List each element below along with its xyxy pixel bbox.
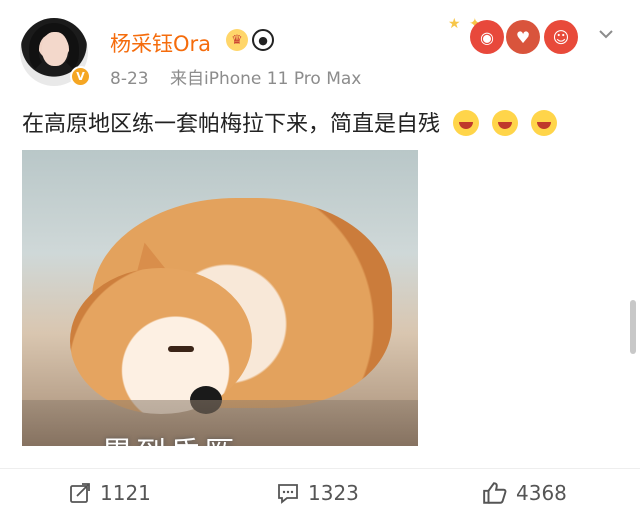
dog-head <box>70 268 252 414</box>
scrollbar[interactable] <box>630 300 636 354</box>
reindeer-icon: ♥ <box>506 20 540 54</box>
weibo-eye-icon: ◉ <box>470 20 504 54</box>
post-header: V 杨采钰Ora ♛ ● 8-23 来自iPhone 11 Pro Max ★ … <box>0 0 640 100</box>
like-button[interactable]: 4368 <box>482 478 567 508</box>
divider <box>0 468 640 469</box>
post-source: 来自iPhone 11 Pro Max <box>170 69 362 89</box>
festive-decoration: ★ ✦ ◉ ♥ ☺ <box>448 10 588 58</box>
laughing-crying-emoji-icon <box>492 110 519 136</box>
image-caption: 累到昏厥 <box>102 428 238 446</box>
repost-icon <box>70 483 90 503</box>
repost-button[interactable]: 1121 <box>68 478 151 508</box>
avatar-face <box>42 32 68 66</box>
thumbs-up-icon <box>483 482 507 504</box>
santa-icon: ☺ <box>544 20 578 54</box>
dog-eye <box>168 346 194 352</box>
post-time: 8-23 <box>110 69 149 89</box>
comment-icon <box>278 484 298 504</box>
post-image[interactable]: 累到昏厥 <box>22 150 418 446</box>
crown-badge-icon[interactable]: ♛ <box>226 29 248 51</box>
verified-badge-icon: V <box>70 66 91 87</box>
author-name[interactable]: 杨采钰Ora <box>110 28 211 58</box>
laughing-crying-emoji-icon <box>531 110 558 136</box>
action-bar: 1121 1323 4368 <box>0 470 640 519</box>
like-count: 4368 <box>516 481 567 505</box>
post-meta: 8-23 来自iPhone 11 Pro Max <box>110 64 361 89</box>
panda-badge-icon[interactable]: ● <box>252 29 274 51</box>
laughing-crying-emoji-icon <box>453 110 480 136</box>
chevron-down-icon[interactable] <box>596 24 616 44</box>
comment-count: 1323 <box>308 481 359 505</box>
post-text-line: 在高原地区练一套帕梅拉下来，简直是自残 <box>22 106 558 138</box>
post-text: 在高原地区练一套帕梅拉下来，简直是自残 <box>22 112 441 137</box>
comment-button[interactable]: 1323 <box>276 478 359 508</box>
repost-count: 1121 <box>100 481 151 505</box>
